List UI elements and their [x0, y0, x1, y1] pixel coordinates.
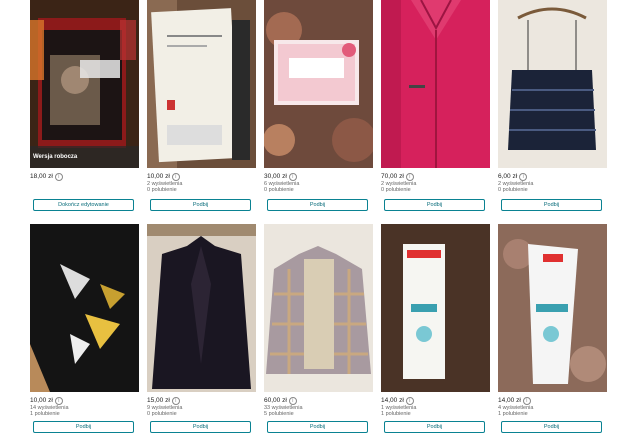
bump-button[interactable]: Podbij — [267, 421, 368, 433]
likes-count: 5 polubienie — [264, 411, 294, 417]
price-row: 14,00 zł i — [381, 396, 490, 405]
price: 6,00 zł — [498, 173, 518, 180]
listing-card[interactable]: 60,00 zł i 33 wyświetlenia 5 polubienie … — [264, 224, 373, 433]
cream-tube-image — [498, 224, 607, 392]
listing-card[interactable]: 70,00 zł i 2 wyświetlenia 0 polubienie P… — [381, 0, 490, 211]
listing-photo[interactable] — [498, 0, 607, 168]
likes-count: 1 polubienie — [30, 411, 60, 417]
price: 10,00 zł — [30, 397, 53, 404]
price-row: 14,00 zł i — [498, 396, 607, 405]
info-icon[interactable]: i — [171, 396, 180, 405]
info-icon[interactable]: i — [288, 396, 297, 405]
price-row: 60,00 zł i — [264, 396, 373, 405]
info-icon[interactable]: i — [288, 172, 297, 181]
info-icon[interactable]: i — [54, 396, 63, 405]
price-row: 6,00 zł i — [498, 172, 607, 181]
finish-editing-button[interactable]: Dokończ edytowanie — [33, 199, 134, 211]
listing-card[interactable]: 10,00 zł i 2 wyświetlenia 0 polubienie P… — [147, 0, 256, 211]
listing-photo[interactable] — [498, 224, 607, 392]
listing-card[interactable]: 6,00 zł i 2 wyświetlenia 0 polubienie Po… — [498, 0, 607, 211]
listing-photo[interactable] — [30, 224, 139, 392]
butterfly-sweater-image — [30, 224, 139, 392]
likes-count: 0 polubienie — [147, 411, 177, 417]
listing-photo[interactable] — [381, 0, 490, 168]
dvd-cover-image — [30, 0, 139, 168]
bump-button[interactable]: Podbij — [384, 421, 485, 433]
likes-count: 0 polubienie — [147, 187, 177, 193]
price-row: 18,00 zł i — [30, 172, 139, 181]
price: 14,00 zł — [498, 397, 521, 404]
bump-button[interactable]: Podbij — [501, 421, 602, 433]
info-icon[interactable]: i — [519, 172, 528, 181]
planner-image — [147, 0, 256, 168]
bump-button[interactable]: Podbij — [267, 199, 368, 211]
listing-card[interactable]: 15,00 zł i 9 wyświetlenia 0 polubienie P… — [147, 224, 256, 433]
likes-count: 1 polubienie — [381, 411, 411, 417]
price: 14,00 zł — [381, 397, 404, 404]
info-icon[interactable]: i — [54, 172, 63, 181]
price: 60,00 zł — [264, 397, 287, 404]
listing-photo[interactable] — [147, 224, 256, 392]
velvet-blazer-image — [147, 224, 256, 392]
price-row: 30,00 zł i — [264, 172, 373, 181]
info-icon[interactable]: i — [522, 396, 531, 405]
price: 70,00 zł — [381, 173, 404, 180]
price-row: 10,00 zł i — [30, 396, 139, 405]
listing-photo[interactable] — [381, 224, 490, 392]
bump-button[interactable]: Podbij — [150, 421, 251, 433]
price: 30,00 zł — [264, 173, 287, 180]
listing-photo[interactable] — [264, 0, 373, 168]
bump-button[interactable]: Podbij — [384, 199, 485, 211]
price: 18,00 zł — [30, 173, 53, 180]
info-icon[interactable]: i — [171, 172, 180, 181]
bump-button[interactable]: Podbij — [150, 199, 251, 211]
listing-card[interactable]: 30,00 zł i 6 wyświetlenia 0 polubienie P… — [264, 0, 373, 211]
price: 15,00 zł — [147, 397, 170, 404]
listing-card[interactable]: 10,00 zł i 14 wyświetlenia 1 polubienie … — [30, 224, 139, 433]
cream-box-image — [381, 224, 490, 392]
bump-button[interactable]: Podbij — [501, 199, 602, 211]
listing-card[interactable]: 14,00 zł i 1 wyświetlenia 1 polubienie P… — [381, 224, 490, 433]
likes-count: 1 polubienie — [498, 411, 528, 417]
listing-photo[interactable] — [147, 0, 256, 168]
likes-count: 0 polubienie — [498, 187, 528, 193]
pink-jacket-image — [381, 0, 490, 168]
listing-card[interactable]: 14,00 zł i 4 wyświetlenia 1 polubienie P… — [498, 224, 607, 433]
likes-count: 0 polubienie — [264, 187, 294, 193]
price-row: 10,00 zł i — [147, 172, 256, 181]
draft-badge: Wersja robocza — [30, 146, 139, 168]
plaid-jacket-image — [264, 224, 373, 392]
info-icon[interactable]: i — [405, 172, 414, 181]
bump-button[interactable]: Podbij — [33, 421, 134, 433]
listing-photo[interactable] — [264, 224, 373, 392]
listing-card[interactable]: Wersja robocza 18,00 zł i Dokończ edytow… — [30, 0, 139, 211]
price-row: 70,00 zł i — [381, 172, 490, 181]
price-row: 15,00 zł i — [147, 396, 256, 405]
info-icon[interactable]: i — [405, 396, 414, 405]
knit-top-image — [498, 0, 607, 168]
price: 10,00 zł — [147, 173, 170, 180]
stickers-image — [264, 0, 373, 168]
listing-photo[interactable]: Wersja robocza — [30, 0, 139, 168]
likes-count: 0 polubienie — [381, 187, 411, 193]
